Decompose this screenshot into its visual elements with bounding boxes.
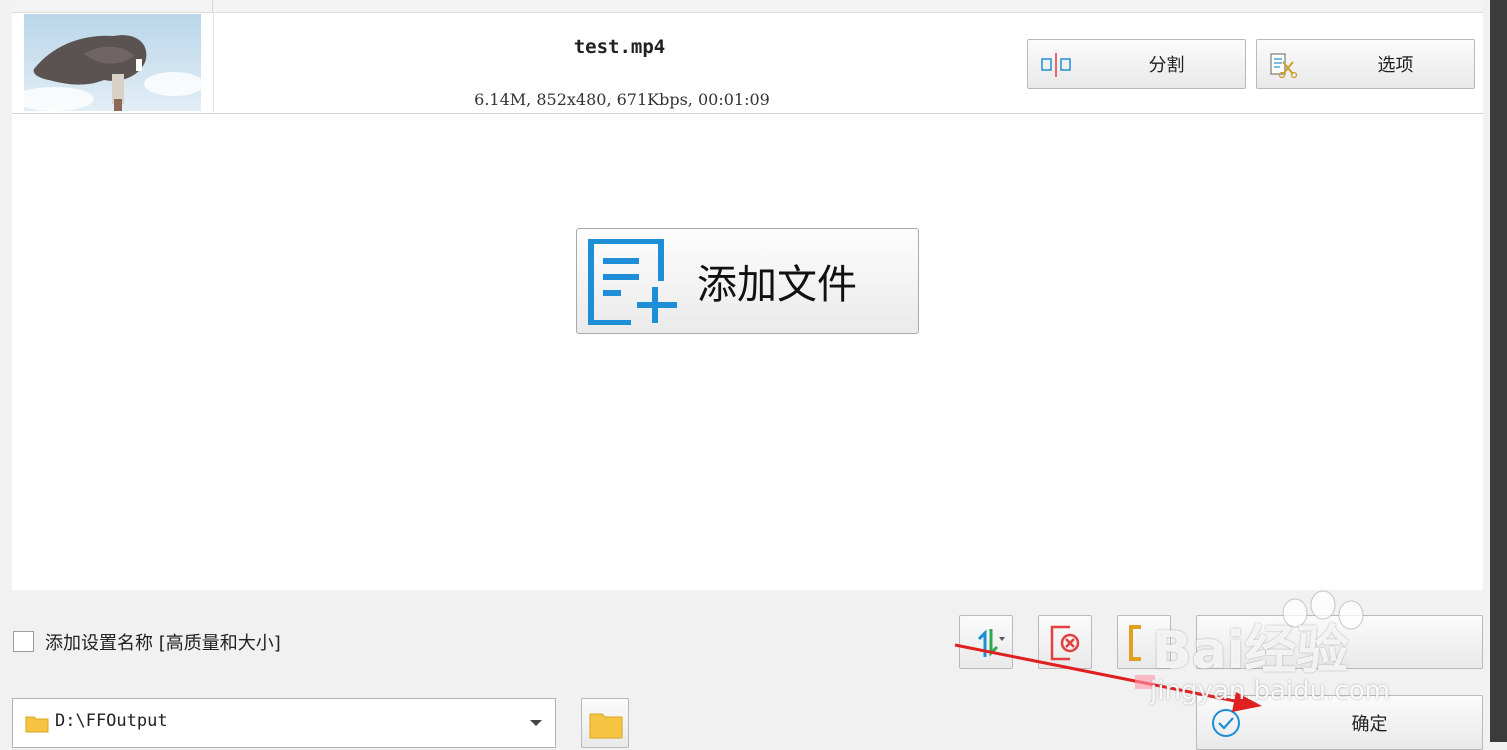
split-button[interactable]: 分割 <box>1027 39 1246 89</box>
browse-folder-button[interactable] <box>581 698 629 748</box>
split-icon <box>1040 52 1072 78</box>
move-order-icon <box>977 629 1005 657</box>
add-file-icon <box>587 238 679 326</box>
file-row[interactable]: test.mp4 6.14M, 852x480, 671Kbps, 00:01:… <box>12 12 1483 114</box>
add-setting-name-label: 添加设置名称 [高质量和大小] <box>45 633 281 654</box>
header-divider <box>212 0 213 12</box>
remove-file-button[interactable] <box>1038 615 1092 669</box>
column-divider <box>213 12 214 113</box>
watermark-brand: Bai经验 <box>1152 621 1349 681</box>
add-setting-name-checkbox[interactable] <box>13 631 34 652</box>
add-file-button[interactable]: 添加文件 <box>576 228 919 334</box>
split-label: 分割 <box>1148 55 1185 76</box>
options-button[interactable]: 选项 <box>1256 39 1475 89</box>
folder-open-icon <box>589 713 623 739</box>
options-icon <box>1269 52 1301 79</box>
remove-file-icon <box>1050 625 1080 661</box>
window-edge <box>1490 0 1507 742</box>
file-name: test.mp4 <box>573 36 666 58</box>
video-thumbnail <box>24 14 201 111</box>
add-file-label: 添加文件 <box>697 262 857 308</box>
check-circle-icon <box>1212 709 1240 737</box>
chevron-down-icon <box>530 720 542 726</box>
output-path: D:\FFOutput <box>55 711 168 731</box>
folder-icon <box>25 716 49 733</box>
output-folder-select[interactable]: D:\FFOutput <box>12 698 556 748</box>
move-order-button[interactable] <box>959 615 1013 669</box>
options-label: 选项 <box>1377 55 1414 76</box>
file-meta: 6.14M, 852x480, 671Kbps, 00:01:09 <box>474 90 770 109</box>
watermark-site: jingyan.baidu.com <box>1150 676 1390 706</box>
